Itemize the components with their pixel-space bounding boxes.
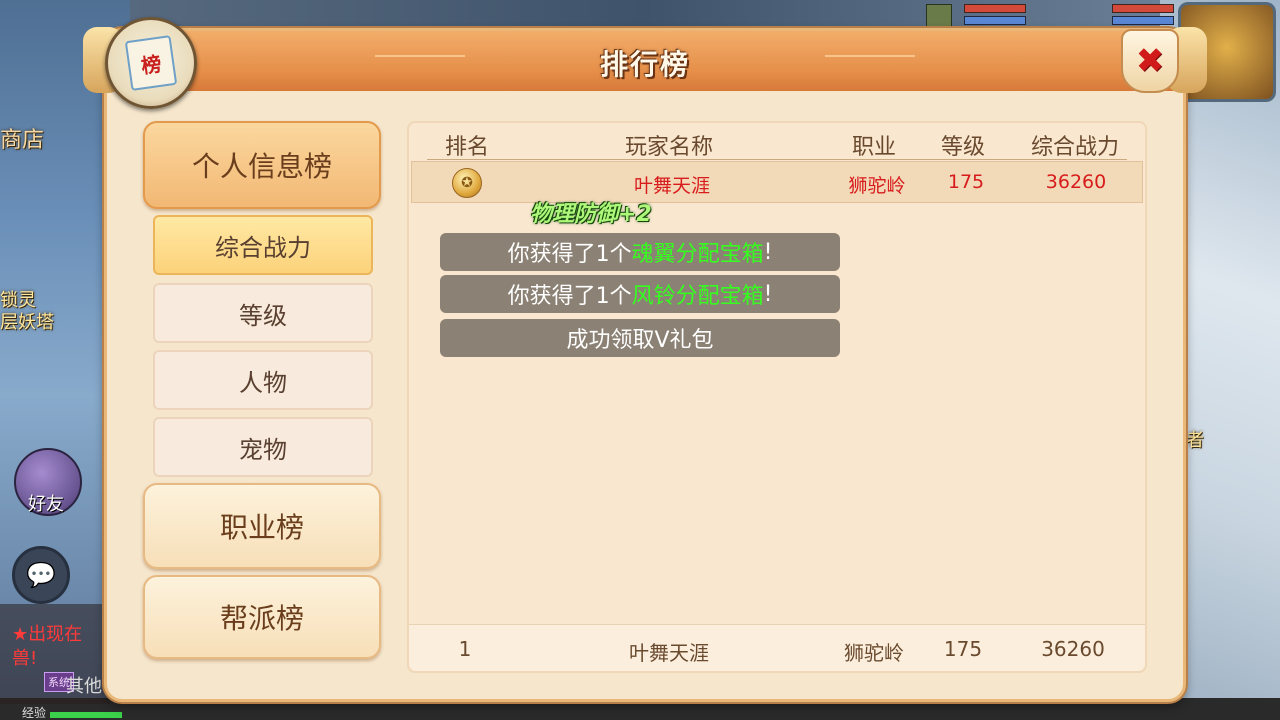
gold-medal-icon: ✪ [452,168,482,198]
tower-label-line2: 层妖塔 [0,312,54,333]
header-divider [427,159,1127,160]
row-player-name: 叶舞天涯 [633,175,710,197]
reward-toast: 成功领取V礼包 [440,319,840,357]
tower-label[interactable]: 锁灵 层妖塔 [0,290,54,334]
chat-line: 其他 [66,676,102,697]
emblem-char: 榜 [124,35,178,91]
buff-notification: 物理防御+2 [530,202,652,227]
menu-sub-power[interactable]: 综合战力 [153,215,373,275]
reward-toast: 你获得了1个 风铃分配宝箱! [440,275,840,313]
my-player-name: 叶舞天涯 [629,641,709,665]
header-player-name: 玩家名称 [624,135,713,160]
toast-text: 你获得了1个 [507,284,632,309]
ranking-table: 排名 玩家名称 职业 等级 综合战力 ✪ 叶舞天涯 狮驼岭 175 36260 … [407,121,1147,673]
toast-text: ! [763,239,773,265]
my-class: 狮驼岭 [844,641,904,665]
toast-text: 你获得了1个 [507,242,632,267]
tower-label-line1: 锁灵 [0,290,36,311]
menu-category-class[interactable]: 职业榜 [143,483,381,569]
close-button[interactable]: ✖ [1121,29,1179,93]
chat-line: ★出现在 [12,624,83,645]
exp-label: 经验 [22,706,47,720]
pet-hp-mp-bars [1112,4,1174,25]
row-power: 36260 [1045,171,1107,193]
menu-category-guild[interactable]: 帮派榜 [143,575,381,659]
my-rank-row: 1 叶舞天涯 狮驼岭 175 36260 [409,624,1145,671]
friend-label: 好友 [28,494,64,515]
reward-toast: 你获得了1个 魂翼分配宝箱! [440,233,840,271]
menu-category-personal[interactable]: 个人信息榜 [143,121,381,209]
my-rank: 1 [458,637,472,661]
row-level: 175 [947,171,985,193]
status-icon[interactable] [926,4,952,30]
shop-label[interactable]: 商店 [0,122,44,154]
table-header: 排名 玩家名称 职业 等级 综合战力 [409,125,1145,160]
ranking-emblem-icon: 榜 [105,17,197,109]
toast-item-name: 风铃分配宝箱 [631,284,764,309]
chat-line: 兽! [12,648,38,669]
toast-item-name: 魂翼分配宝箱 [631,242,764,267]
toast-text: ! [763,281,773,307]
table-row[interactable]: ✪ 叶舞天涯 狮驼岭 175 36260 [411,161,1143,203]
ranking-panel: 排行榜 榜 ✖ 个人信息榜 综合战力 等级 人物 宠物 职业榜 帮派榜 排名 玩… [83,17,1207,702]
header-level: 等级 [940,135,985,160]
my-power: 36260 [1041,637,1105,661]
close-icon: ✖ [1135,41,1165,81]
my-level: 175 [943,637,983,661]
exp-bar [50,712,122,718]
row-class: 狮驼岭 [848,175,906,197]
menu-sub-pet[interactable]: 宠物 [153,417,373,477]
chat-bubble-icon[interactable]: 💬 [12,546,70,604]
menu-sub-character[interactable]: 人物 [153,350,373,410]
panel-title: 排行榜 [599,48,690,81]
menu-sub-level[interactable]: 等级 [153,283,373,343]
header-power: 综合战力 [1030,135,1119,160]
header-class: 职业 [851,135,896,160]
header-rank: 排名 [444,135,489,160]
player-hp-mp-bars [964,4,1026,25]
